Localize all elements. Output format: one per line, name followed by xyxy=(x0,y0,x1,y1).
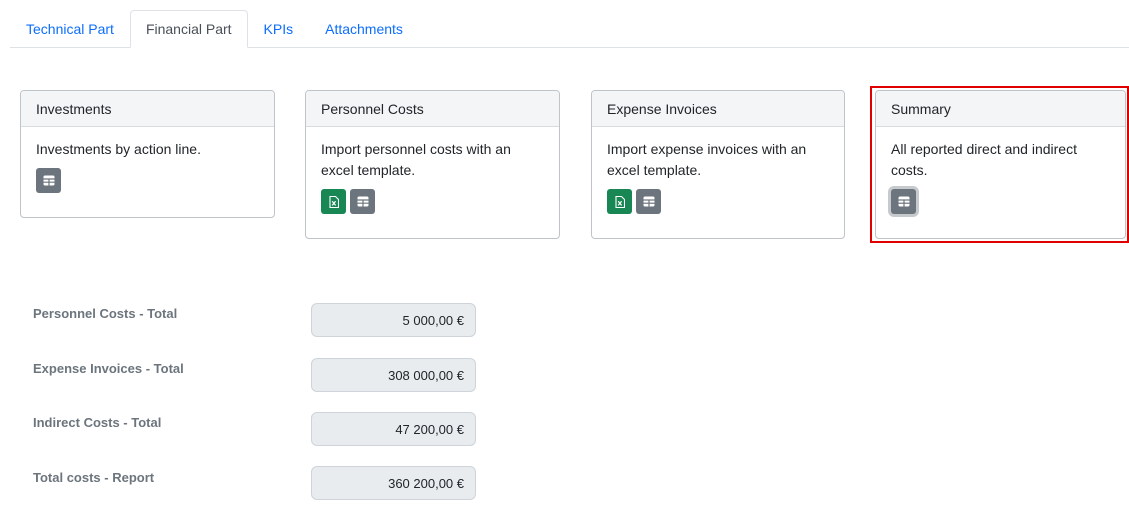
table-icon xyxy=(643,196,654,207)
summary-card: Summary All reported direct and indirect… xyxy=(875,90,1126,239)
expense-invoices-total-label: Expense Invoices - Total xyxy=(33,361,184,376)
tab-kpis[interactable]: KPIs xyxy=(248,10,310,48)
tab-financial-part[interactable]: Financial Part xyxy=(129,10,248,48)
personnel-costs-total-label: Personnel Costs - Total xyxy=(33,306,178,321)
total-costs-report-label: Total costs - Report xyxy=(33,470,155,485)
card-description: All reported direct and indirect costs. xyxy=(891,141,1077,178)
table-view-button[interactable] xyxy=(636,189,661,214)
indirect-costs-total-field: 47 200,00 € xyxy=(311,412,476,446)
investments-card: Investments Investments by action line. xyxy=(20,90,275,218)
card-title: Expense Invoices xyxy=(592,91,844,127)
card-title: Summary xyxy=(876,91,1125,127)
card-description: Investments by action line. xyxy=(36,141,201,157)
summary-table-button[interactable] xyxy=(891,189,916,214)
card-title: Personnel Costs xyxy=(306,91,559,127)
table-view-button[interactable] xyxy=(350,189,375,214)
personnel-costs-card: Personnel Costs Import personnel costs w… xyxy=(305,90,560,239)
tab-bar: Technical Part Financial Part KPIs Attac… xyxy=(10,10,1129,48)
table-icon xyxy=(357,196,368,207)
excel-import-button[interactable] xyxy=(321,189,346,214)
excel-icon xyxy=(328,195,339,208)
total-costs-report-field: 360 200,00 € xyxy=(311,466,476,500)
personnel-costs-total-field: 5 000,00 € xyxy=(311,303,476,337)
indirect-costs-total-label: Indirect Costs - Total xyxy=(33,415,162,430)
table-view-button[interactable] xyxy=(36,168,61,193)
excel-import-button[interactable] xyxy=(607,189,632,214)
expense-invoices-total-field: 308 000,00 € xyxy=(311,358,476,392)
table-icon xyxy=(898,196,909,207)
card-description: Import personnel costs with an excel tem… xyxy=(321,141,511,178)
table-icon xyxy=(43,175,54,186)
card-title: Investments xyxy=(21,91,274,127)
expense-invoices-card: Expense Invoices Import expense invoices… xyxy=(591,90,845,239)
tab-attachments[interactable]: Attachments xyxy=(309,10,419,48)
excel-icon xyxy=(614,195,625,208)
tab-technical-part[interactable]: Technical Part xyxy=(10,10,130,48)
card-description: Import expense invoices with an excel te… xyxy=(607,141,807,178)
